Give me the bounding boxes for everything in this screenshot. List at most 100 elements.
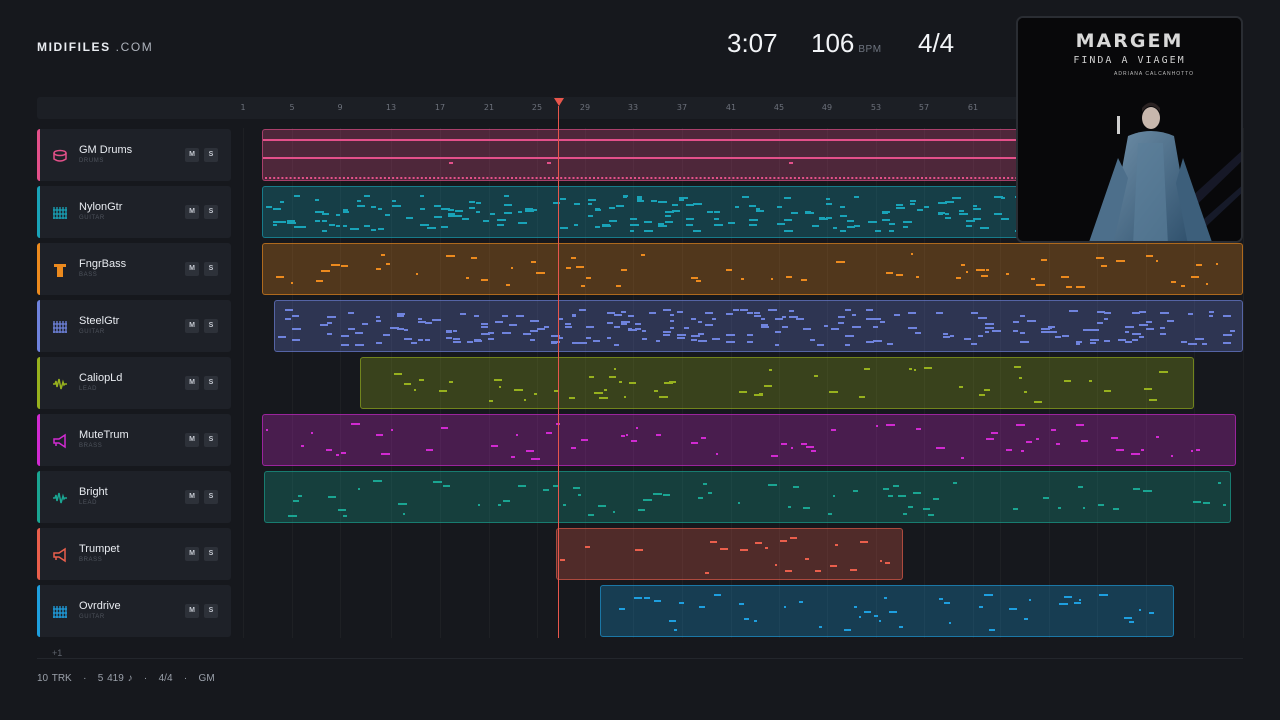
track-color-bar	[37, 300, 40, 352]
track-category: BRASS	[79, 443, 103, 449]
track-category: LEAD	[79, 386, 98, 392]
more-tracks-indicator[interactable]: +1	[52, 648, 62, 658]
solo-button[interactable]: S	[204, 148, 218, 162]
midi-standard: GM	[198, 673, 215, 684]
clip-region[interactable]	[264, 471, 1231, 523]
track-category: GUITAR	[79, 614, 105, 620]
solo-button[interactable]: S	[204, 205, 218, 219]
solo-button[interactable]: S	[204, 319, 218, 333]
tempo-value: 106	[811, 28, 855, 58]
ruler-tick: 13	[385, 103, 397, 112]
mute-button[interactable]: M	[185, 490, 199, 504]
mute-button[interactable]: M	[185, 547, 199, 561]
ruler-tick: 29	[579, 103, 591, 112]
track-header-ovrdrive[interactable]: Ovrdrive GUITAR M S	[37, 585, 231, 637]
guitar-grid-icon	[52, 319, 68, 335]
meter-readout: 4/4	[918, 28, 955, 58]
track-header-steelgtr[interactable]: SteelGtr GUITAR M S	[37, 300, 231, 352]
ruler-tick: 5	[289, 103, 295, 112]
track-color-bar	[37, 357, 40, 409]
clip-region[interactable]	[262, 243, 1243, 295]
tempo-readout: 106 BPM	[811, 28, 882, 59]
track-name: Ovrdrive	[79, 600, 121, 612]
solo-button[interactable]: S	[204, 490, 218, 504]
mute-button[interactable]: M	[185, 319, 199, 333]
guitar-grid-icon	[52, 604, 68, 620]
separator: ·	[183, 673, 188, 684]
track-color-bar	[37, 471, 40, 523]
ruler-tick: 45	[773, 103, 785, 112]
ruler-tick: 37	[676, 103, 688, 112]
album-subtitle: FINDA A VIAGEM	[1073, 55, 1186, 66]
ruler-tick: 9	[337, 103, 343, 112]
guitar-grid-icon	[52, 205, 68, 221]
ruler-tick: 21	[483, 103, 495, 112]
track-category: GUITAR	[79, 329, 105, 335]
brand-bold: MIDIFILES	[37, 40, 111, 54]
playhead-line	[558, 106, 559, 638]
solo-button[interactable]: S	[204, 433, 218, 447]
mute-button[interactable]: M	[185, 376, 199, 390]
track-header-bright[interactable]: Bright LEAD M S	[37, 471, 231, 523]
track-header-gm-drums[interactable]: GM Drums DRUMS M S	[37, 129, 231, 181]
note-pattern	[394, 366, 1168, 403]
separator: ·	[143, 673, 148, 684]
track-header-nylongtr[interactable]: NylonGtr GUITAR M S	[37, 186, 231, 238]
track-name: SteelGtr	[79, 315, 120, 327]
ruler-tick: 61	[967, 103, 979, 112]
note-pattern	[266, 423, 1200, 460]
ruler-tick: 57	[918, 103, 930, 112]
track-name: Bright	[79, 486, 108, 498]
solo-button[interactable]: S	[204, 262, 218, 276]
track-category: BRASS	[79, 557, 103, 563]
status-bar: 10 TRK · 5 419 ♪ · 4/4 · GM	[37, 673, 215, 684]
mute-button[interactable]: M	[185, 433, 199, 447]
tempo-unit: BPM	[858, 44, 882, 55]
note-pattern	[560, 537, 890, 574]
mute-button[interactable]: M	[185, 604, 199, 618]
track-header-mutetrum[interactable]: MuteTrum BRASS M S	[37, 414, 231, 466]
clip-region[interactable]	[600, 585, 1174, 637]
solo-button[interactable]: S	[204, 547, 218, 561]
mute-button[interactable]: M	[185, 262, 199, 276]
note-pattern	[288, 480, 1226, 517]
ruler-tick: 41	[725, 103, 737, 112]
brand-logo: MIDIFILES .COM	[37, 40, 153, 54]
solo-button[interactable]: S	[204, 376, 218, 390]
solo-button[interactable]: S	[204, 604, 218, 618]
ruler-tick: 33	[627, 103, 639, 112]
track-color-bar	[37, 186, 40, 238]
playhead-handle[interactable]	[554, 98, 564, 106]
clip-region[interactable]	[360, 357, 1194, 409]
note-pattern	[619, 594, 1154, 631]
grid-line	[1243, 128, 1244, 638]
mute-button[interactable]: M	[185, 148, 199, 162]
track-category: LEAD	[79, 500, 98, 506]
track-name: FngrBass	[79, 258, 127, 270]
track-header-trumpet[interactable]: Trumpet BRASS M S	[37, 528, 231, 580]
note-pattern	[276, 253, 1218, 288]
track-header-fngrbass[interactable]: FngrBass BASS M S	[37, 243, 231, 295]
separator: ·	[83, 673, 87, 684]
footer-meter: 4/4	[158, 673, 173, 684]
clip-region[interactable]	[274, 300, 1243, 352]
track-color-bar	[37, 129, 40, 181]
ruler-tick: 17	[434, 103, 446, 112]
album-cover: MARGEM FINDA A VIAGEM ADRIANA CALCANHOTT…	[1016, 16, 1243, 243]
track-name: NylonGtr	[79, 201, 123, 213]
track-color-bar	[37, 414, 40, 466]
track-name: GM Drums	[79, 144, 133, 156]
ruler-tick: 49	[821, 103, 833, 112]
ruler-tick: 1	[240, 103, 246, 112]
track-name: CaliopLd	[79, 372, 123, 384]
trumpet-icon	[52, 433, 68, 449]
clip-region[interactable]	[262, 414, 1236, 466]
bass-icon	[52, 262, 68, 278]
track-name: Trumpet	[79, 543, 120, 555]
mute-button[interactable]: M	[185, 205, 199, 219]
album-title: MARGEM	[1075, 30, 1184, 52]
clip-region[interactable]	[556, 528, 903, 580]
drum-icon	[52, 148, 68, 164]
track-count: 10 TRK	[37, 673, 72, 684]
track-header-caliopld[interactable]: CaliopLd LEAD M S	[37, 357, 231, 409]
